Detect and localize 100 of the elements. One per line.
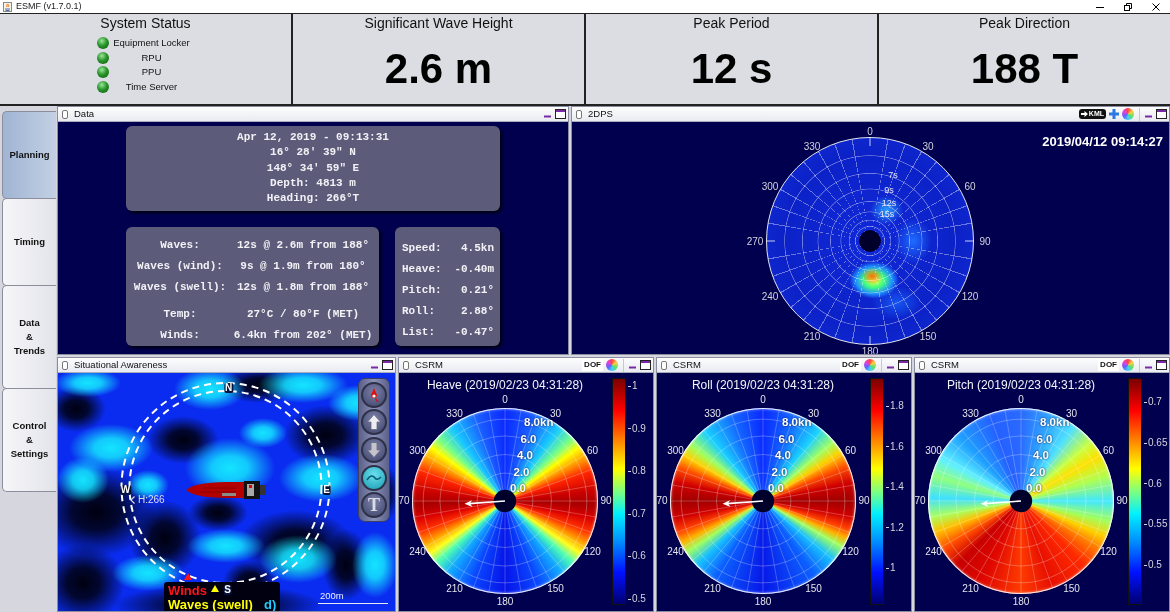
period-label: 7s <box>888 170 898 180</box>
scale-tick-label: 0.5 <box>1144 559 1162 571</box>
down-arrow-button[interactable] <box>361 437 387 463</box>
angle-label: 180 <box>496 597 514 607</box>
field-value: 0.21° <box>460 284 494 296</box>
angle-label: 300 <box>409 445 426 456</box>
speed-label: 0.0 <box>1026 482 1042 494</box>
speed-label: 4.0 <box>775 449 791 461</box>
maximize-button[interactable] <box>382 360 393 370</box>
panel-icon <box>403 360 409 370</box>
right-arrow-icon <box>1080 111 1088 117</box>
angle-label: 210 <box>704 583 721 594</box>
angle-label: 70 <box>399 496 410 506</box>
maximize-button[interactable] <box>555 109 566 119</box>
longitude-text: 148° 34' 59" E <box>266 160 360 176</box>
panel-title: CSRM <box>673 359 701 371</box>
scale-tick-label: 0.5 <box>628 592 646 605</box>
metric-value: 2.6 m <box>384 45 493 93</box>
color-wheel-icon[interactable] <box>606 359 618 371</box>
speed-label: 8.0kn <box>524 416 554 428</box>
maximize-button[interactable] <box>898 360 909 370</box>
sidebar-tab[interactable]: Timing <box>2 198 56 286</box>
scale-bar <box>318 603 388 604</box>
close-icon <box>1152 2 1160 11</box>
angle-label: 240 <box>667 546 684 557</box>
plot-title: Heave (2019/02/23 04:31:28) <box>425 377 585 394</box>
ship-icon <box>186 480 268 500</box>
dof-button[interactable]: DOF <box>840 359 861 371</box>
period-label: 9s <box>884 185 894 195</box>
wave-button[interactable] <box>361 464 387 491</box>
angle-label: 70 <box>915 496 926 506</box>
angle-label: 180 <box>754 597 772 607</box>
heading-text: Heading: 266°T <box>266 191 360 207</box>
field-value: 27°C / 80°F (MET) <box>245 308 361 320</box>
sidebar-tab[interactable]: Planning <box>2 111 56 199</box>
heading-label: H:266 <box>138 495 165 505</box>
app-icon <box>3 1 12 12</box>
field-label: Roll: <box>402 305 436 317</box>
speed-label: 0.0 <box>768 482 784 494</box>
scale-tick-label: 1.8 <box>886 400 904 412</box>
field-label: Waves (wind): <box>136 260 224 272</box>
sidebar-tab[interactable]: Data & Trends <box>2 285 56 389</box>
down-arrow-icon <box>367 442 381 458</box>
angle-label: 60 <box>586 445 599 456</box>
compass-label: W <box>119 485 132 495</box>
plus-icon[interactable] <box>1109 109 1119 119</box>
scale-tick-label: 1.6 <box>886 440 904 453</box>
speed-label: 4.0 <box>517 449 533 461</box>
angle-label: 330 <box>962 408 979 419</box>
panel-title: CSRM <box>931 359 959 371</box>
field-value: 12s @ 2.6m from 188° <box>236 239 370 251</box>
angle-label: 60 <box>844 445 857 456</box>
up-arrow-button[interactable] <box>361 409 387 436</box>
angle-label: 90 <box>979 235 991 247</box>
field-label: Waves (swell): <box>132 281 228 293</box>
maximize-icon <box>898 360 909 370</box>
scale-tick-label: 1.2 <box>886 521 904 534</box>
color-wheel-icon[interactable] <box>1122 359 1134 371</box>
metric-value: 12 s <box>690 45 773 93</box>
angle-label: 120 <box>584 546 601 557</box>
field-label: Waves: <box>159 239 201 251</box>
angle-label: 210 <box>446 583 463 594</box>
maximize-button[interactable] <box>1156 360 1167 370</box>
timestamp-text: 2019/04/12 09:14:27 <box>1042 134 1163 149</box>
field-label: Speed: <box>402 242 442 254</box>
card-title: System Status <box>100 15 191 32</box>
compass-button[interactable] <box>361 381 387 408</box>
plot-title: Pitch (2019/02/23 04:31:28) <box>945 377 1097 394</box>
field-value: 12s @ 1.8m from 188° <box>236 281 370 293</box>
status-label: PPU <box>140 66 163 79</box>
panel-icon <box>62 360 68 370</box>
angle-label: 0 <box>502 395 508 405</box>
maximize-icon <box>382 360 393 370</box>
color-wheel-icon[interactable] <box>864 359 876 371</box>
metric-title: Peak Direction <box>978 15 1070 32</box>
dof-button[interactable]: DOF <box>1098 359 1119 371</box>
field-value: 9s @ 1.9m from 180° <box>239 260 367 272</box>
sidebar-tab[interactable]: Control & Settings <box>2 388 56 492</box>
angle-label: 30 <box>807 408 820 419</box>
speed-label: 4.0 <box>1033 449 1049 461</box>
angle-label: 90 <box>1116 496 1128 506</box>
legend-label: d) <box>264 598 277 611</box>
panel-title: Data <box>74 108 95 120</box>
timestamp-text: Apr 12, 2019 - 09:13:31 <box>237 130 389 145</box>
window-title: ESMF (v1.7.0.1) <box>16 1 82 12</box>
maximize-button[interactable] <box>1156 109 1167 119</box>
scale-tick-label: 0.6 <box>1144 477 1162 490</box>
angle-label: 180 <box>861 345 879 354</box>
depth-text: Depth: 4813 m <box>270 175 356 191</box>
panel-icon <box>919 360 925 370</box>
angle-label: 300 <box>925 445 942 456</box>
angle-label: 300 <box>667 445 684 456</box>
angle-label: 30 <box>549 408 562 419</box>
panel-icon <box>661 360 667 370</box>
maximize-button[interactable] <box>640 360 651 370</box>
dof-button[interactable]: DOF <box>582 359 603 371</box>
angle-label: 330 <box>446 408 463 419</box>
scale-tick-label: 0.6 <box>628 550 646 563</box>
color-wheel-icon[interactable] <box>1122 108 1134 120</box>
panel-icon <box>576 109 582 119</box>
